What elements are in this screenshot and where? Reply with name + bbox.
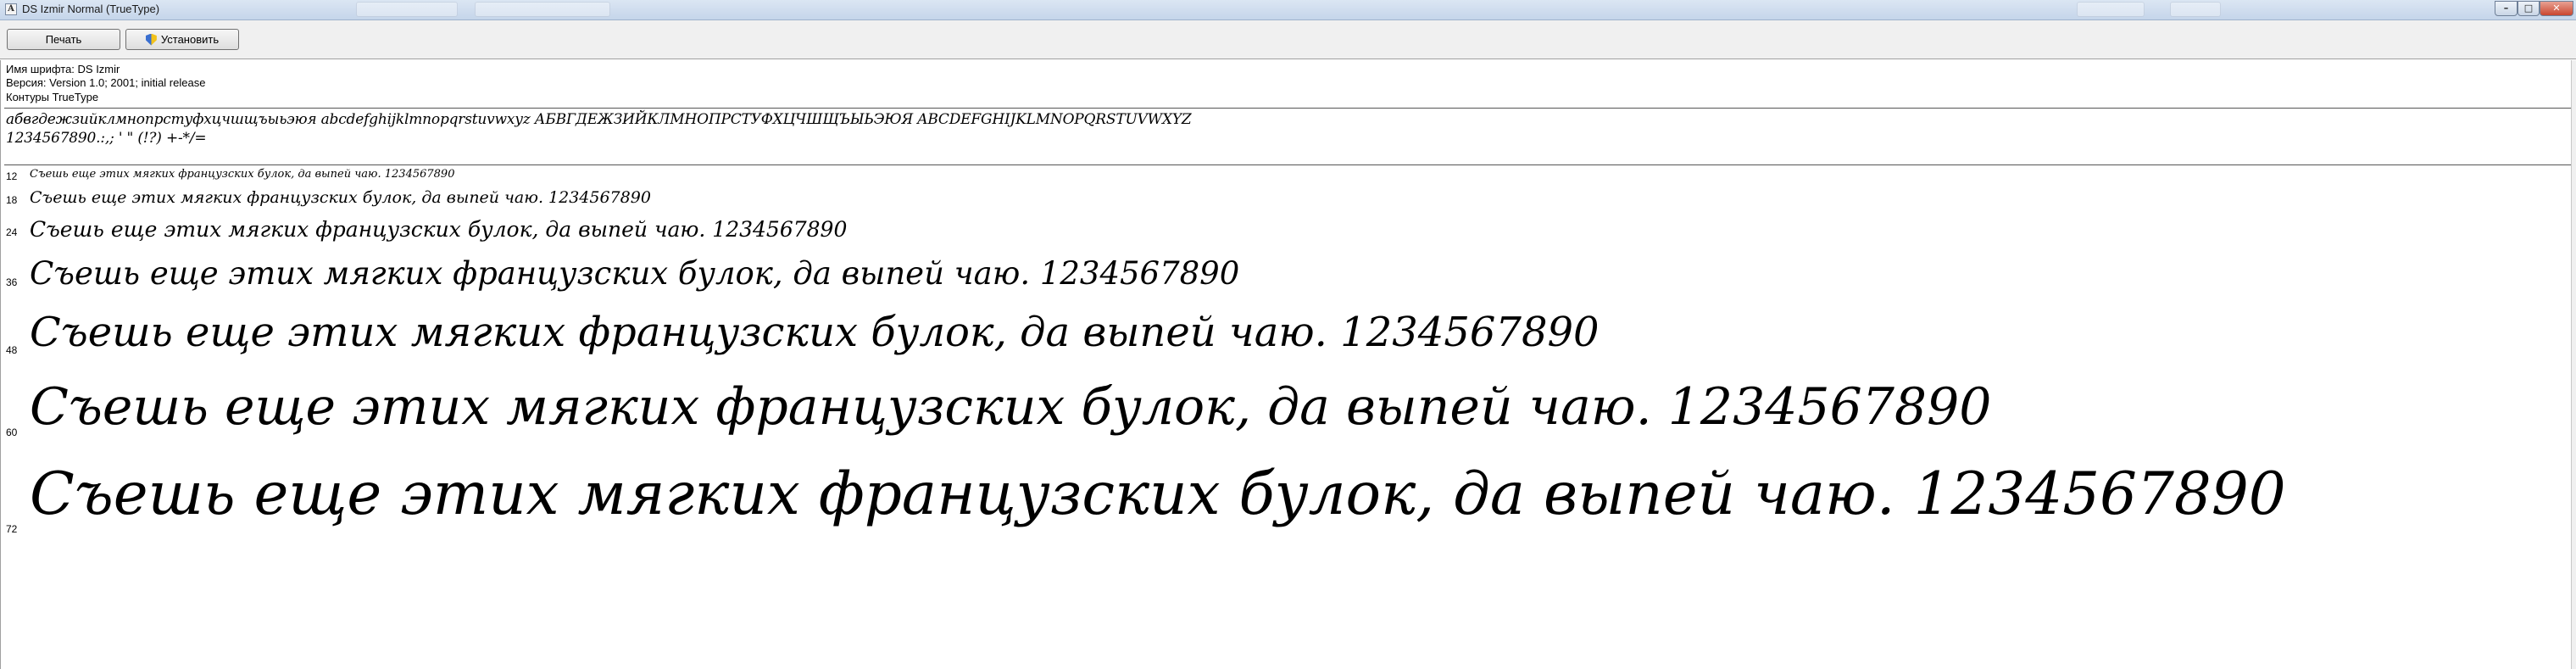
divider <box>4 108 2573 109</box>
sample-size-label: 72 <box>6 523 18 535</box>
sample-size-label: 24 <box>6 226 18 238</box>
background-window-tab <box>2170 2 2221 17</box>
window-title: DS Izmir Normal (TrueType) <box>22 3 160 15</box>
sample-text: Съешь еще этих мягких французских булок,… <box>30 168 455 181</box>
print-button-label: Печать <box>45 33 82 46</box>
toolbar: Печать Установить <box>0 20 2576 59</box>
font-preview-pane: Имя шрифта: DS Izmir Версия: Version 1.0… <box>0 60 2576 669</box>
font-version-line: Версия: Version 1.0; 2001; initial relea… <box>6 76 206 89</box>
background-window-tab <box>2077 2 2145 17</box>
window-right-border <box>2571 60 2576 669</box>
sample-size-label: 12 <box>6 170 18 182</box>
sample-size-label: 60 <box>6 426 18 438</box>
title-bar: A DS Izmir Normal (TrueType) – □ ✕ <box>0 0 2576 20</box>
sample-text: Съешь еще этих мягких французских булок,… <box>30 217 848 242</box>
install-button-label: Установить <box>160 33 220 46</box>
charset-digits: 1234567890.:,; ' " (!?) +-*/= <box>6 130 207 147</box>
sample-text: Съешь еще этих мягких французских булок,… <box>30 188 651 207</box>
font-file-icon: A <box>5 3 17 15</box>
font-name-line: Имя шрифта: DS Izmir <box>6 63 120 75</box>
maximize-button[interactable]: □ <box>2518 1 2540 16</box>
sample-text: Съешь еще этих мягких французских булок,… <box>30 460 2286 528</box>
sample-text: Съешь еще этих мягких французских булок,… <box>30 309 1600 356</box>
sample-size-label: 18 <box>6 194 18 206</box>
sample-text: Съешь еще этих мягких французских булок,… <box>30 255 1240 292</box>
sample-size-label: 48 <box>6 344 18 356</box>
sample-size-label: 36 <box>6 276 18 288</box>
background-window-tab <box>356 2 458 17</box>
sample-text: Съешь еще этих мягких французских булок,… <box>30 377 1992 437</box>
charset-letters: абвгдежзийклмнопрстуфхцчшщъыьэюя abcdefg… <box>6 111 1192 128</box>
minimize-button[interactable]: – <box>2495 1 2518 16</box>
install-button[interactable]: Установить <box>125 29 239 50</box>
print-button[interactable]: Печать <box>7 29 120 50</box>
font-outlines-line: Контуры TrueType <box>6 91 99 103</box>
shield-icon <box>145 33 157 46</box>
divider <box>4 164 2573 165</box>
close-button[interactable]: ✕ <box>2540 1 2573 16</box>
background-window-tab <box>475 2 610 17</box>
